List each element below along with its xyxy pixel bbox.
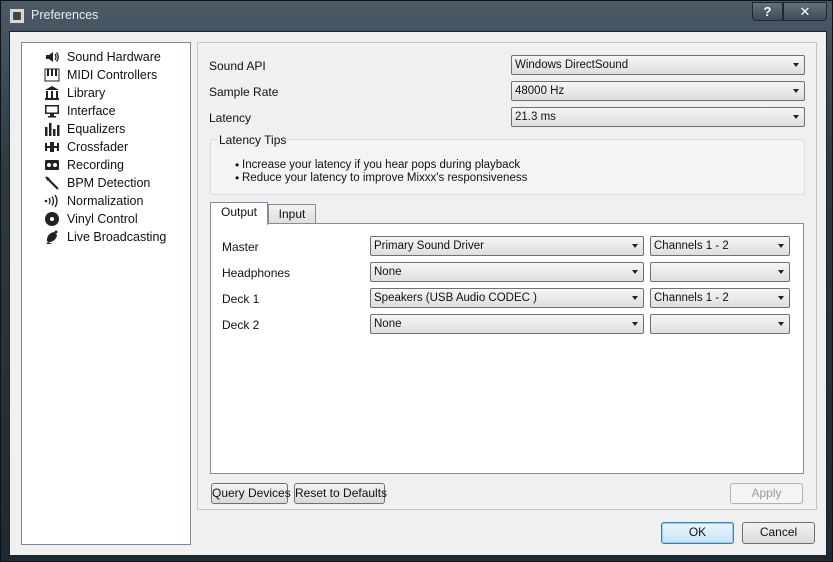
- deck-1-channels-select[interactable]: Channels 1 - 2: [650, 288, 790, 308]
- cancel-button[interactable]: Cancel: [742, 522, 815, 544]
- output-label-deck-2: Deck 2: [222, 318, 260, 332]
- channels-value: Channels 1 - 2: [654, 240, 729, 252]
- device-value: None: [374, 318, 402, 330]
- sample-rate-label: Sample Rate: [209, 85, 279, 99]
- ok-button[interactable]: OK: [661, 522, 734, 544]
- crossfader-icon: [44, 139, 60, 155]
- latency-label: Latency: [209, 111, 252, 125]
- sidebar-item-crossfader[interactable]: Crossfader: [44, 138, 128, 156]
- sound-hardware-panel: Sound API Windows DirectSound Sample Rat…: [197, 42, 817, 510]
- chevron-down-icon: [793, 115, 799, 119]
- output-label-master: Master: [222, 240, 259, 254]
- chevron-down-icon: [778, 270, 784, 274]
- device-value: None: [374, 266, 402, 278]
- sidebar-item-normalization[interactable]: Normalization: [44, 192, 143, 210]
- keyboard-icon: [44, 67, 60, 83]
- sidebar-item-interface[interactable]: Interface: [44, 102, 116, 120]
- sound-api-value: Windows DirectSound: [515, 59, 629, 71]
- sidebar-item-sound-hardware[interactable]: Sound Hardware: [44, 48, 161, 66]
- sound-api-select[interactable]: Windows DirectSound: [511, 55, 805, 75]
- speaker-icon: [44, 49, 60, 65]
- chevron-down-icon: [793, 63, 799, 67]
- sound-api-label: Sound API: [209, 59, 266, 73]
- tape-icon: [44, 157, 60, 173]
- latency-value: 21.3 ms: [515, 111, 556, 123]
- dialog-client-area: Sound Hardware MIDI Controllers Library …: [9, 31, 827, 556]
- latency-select[interactable]: 21.3 ms: [511, 107, 805, 127]
- query-devices-button[interactable]: Query Devices: [211, 483, 291, 504]
- sidebar-item-recording[interactable]: Recording: [44, 156, 124, 174]
- monitor-icon: [44, 103, 60, 119]
- sidebar-item-label: BPM Detection: [67, 176, 151, 190]
- help-button[interactable]: ?: [752, 2, 783, 21]
- headphones-device-select[interactable]: None: [370, 262, 644, 282]
- master-channels-select[interactable]: Channels 1 - 2: [650, 236, 790, 256]
- equalizer-icon: [44, 121, 60, 137]
- preferences-category-list[interactable]: Sound Hardware MIDI Controllers Library …: [21, 42, 191, 545]
- chevron-down-icon: [778, 296, 784, 300]
- chevron-down-icon: [778, 322, 784, 326]
- close-button[interactable]: ✕: [783, 2, 827, 21]
- sidebar-item-label: Live Broadcasting: [67, 230, 167, 244]
- sidebar-item-label: Sound Hardware: [67, 50, 161, 64]
- chevron-down-icon: [632, 270, 638, 274]
- sidebar-item-vinyl-control[interactable]: Vinyl Control: [44, 210, 138, 228]
- apply-button[interactable]: Apply: [730, 483, 803, 504]
- output-label-deck-1: Deck 1: [222, 292, 260, 306]
- sidebar-item-label: Library: [67, 86, 106, 100]
- vinyl-icon: [44, 211, 60, 227]
- title-bar[interactable]: Preferences ? ✕: [1, 1, 833, 31]
- waves-icon: [44, 193, 60, 209]
- sidebar-item-label: MIDI Controllers: [67, 68, 158, 82]
- chevron-down-icon: [632, 244, 638, 248]
- channels-value: Channels 1 - 2: [654, 292, 729, 304]
- window-title: Preferences: [31, 8, 99, 22]
- wand-icon: [44, 175, 60, 191]
- sample-rate-select[interactable]: 48000 Hz: [511, 81, 805, 101]
- reset-to-defaults-button[interactable]: Reset to Defaults: [294, 483, 387, 504]
- sidebar-item-equalizers[interactable]: Equalizers: [44, 120, 125, 138]
- output-label-headphones: Headphones: [222, 266, 291, 280]
- output-tab-pane: Master Primary Sound Driver Channels 1 -…: [210, 223, 804, 474]
- headphones-channels-select[interactable]: [650, 262, 790, 282]
- deck-1-device-select[interactable]: Speakers (USB Audio CODEC ): [370, 288, 644, 308]
- deck-2-device-select[interactable]: None: [370, 314, 644, 334]
- deck-2-channels-select[interactable]: [650, 314, 790, 334]
- sidebar-item-library[interactable]: Library: [44, 84, 105, 102]
- chevron-down-icon: [778, 244, 784, 248]
- satellite-icon: [44, 229, 60, 245]
- sample-rate-value: 48000 Hz: [515, 85, 565, 97]
- tab-output[interactable]: Output: [210, 202, 268, 225]
- chevron-down-icon: [632, 296, 638, 300]
- preferences-window: Preferences ? ✕ Sound Hardware MIDI Cont…: [0, 0, 833, 562]
- device-value: Speakers (USB Audio CODEC ): [374, 292, 537, 304]
- sidebar-item-bpm-detection[interactable]: BPM Detection: [44, 174, 150, 192]
- sidebar-item-label: Equalizers: [67, 122, 126, 136]
- latency-tips-title: Latency Tips: [217, 133, 289, 147]
- sidebar-item-label: Vinyl Control: [67, 212, 138, 226]
- app-icon: [9, 8, 25, 24]
- library-icon: [44, 85, 60, 101]
- latency-tip: Reduce your latency to improve Mixxx's r…: [235, 171, 527, 185]
- chevron-down-icon: [632, 322, 638, 326]
- tab-input[interactable]: Input: [268, 204, 316, 225]
- latency-tip: Increase your latency if you hear pops d…: [235, 158, 520, 172]
- sidebar-item-label: Interface: [67, 104, 116, 118]
- device-value: Primary Sound Driver: [374, 240, 484, 252]
- chevron-down-icon: [793, 89, 799, 93]
- sidebar-item-label: Normalization: [67, 194, 144, 208]
- sidebar-item-label: Recording: [67, 158, 124, 172]
- sidebar-item-label: Crossfader: [67, 140, 129, 154]
- master-device-select[interactable]: Primary Sound Driver: [370, 236, 644, 256]
- sidebar-item-live-broadcasting[interactable]: Live Broadcasting: [44, 228, 166, 246]
- sidebar-item-midi-controllers[interactable]: MIDI Controllers: [44, 66, 157, 84]
